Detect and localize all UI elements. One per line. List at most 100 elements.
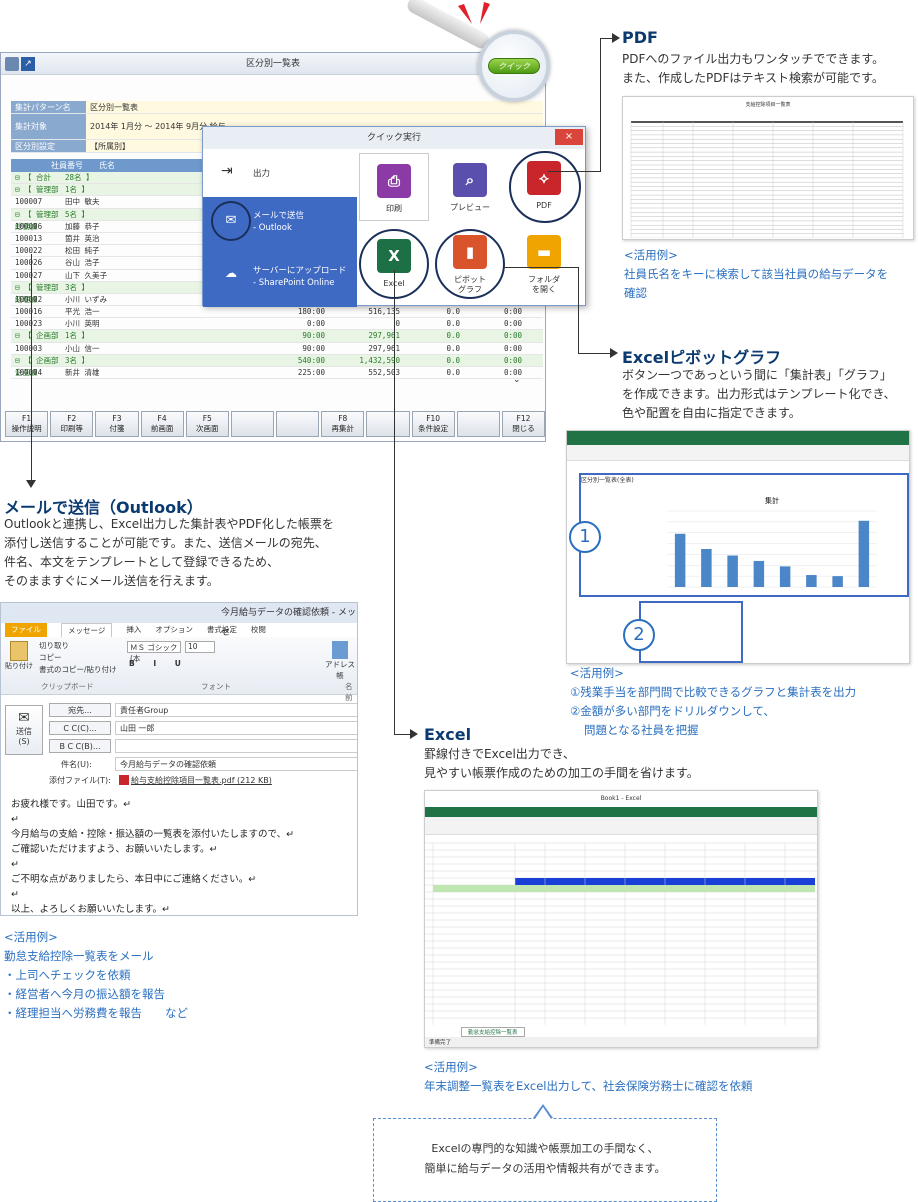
body-line: ご確認いただけますよう、お願いいたします。↵: [11, 844, 218, 855]
send-button[interactable]: ✉ 送信 (S): [5, 705, 43, 755]
function-key-number: F4: [157, 414, 167, 423]
preview-button[interactable]: ⌕ プレビュー: [435, 153, 505, 221]
bold-italic-underline-buttons[interactable]: B I U: [129, 659, 189, 668]
tab-review[interactable]: 校閲: [251, 623, 266, 637]
function-key-button[interactable]: F5 次画面: [185, 411, 229, 437]
table-cell: 0:00: [503, 355, 522, 365]
table-cell: 小山 信一: [65, 343, 100, 353]
tab-file[interactable]: ファイル: [5, 623, 47, 637]
open-folder-button[interactable]: ▬ フォルダ を開く: [509, 229, 579, 297]
table-cell: 0:00: [503, 307, 522, 317]
print-button[interactable]: ⎙ 印刷: [359, 153, 429, 221]
table-cell: 100002: [15, 294, 43, 304]
example-line: ・上司へチェックを依頼: [4, 968, 131, 982]
table-cell: 0.0: [446, 355, 460, 365]
body-line: ↵: [11, 889, 19, 900]
close-button[interactable]: ×: [555, 129, 583, 145]
mail-sub-label: - Outlook: [253, 223, 292, 233]
table-row[interactable]: ⊟ 【 企画部 1名 】 90:00 297,961 0.0 0:00: [11, 330, 543, 343]
table-row[interactable]: 100003 小山 信一 90:00 297,961 0.0 0:00: [11, 343, 543, 355]
function-key-button[interactable]: F3 付箋: [95, 411, 139, 437]
pivot-highlight-ring: [435, 229, 505, 299]
message-body[interactable]: お疲れ様です。山田です。↵ ↵ 今月給与の支給・控除・振込額の一覧表を添付いたします…: [11, 797, 351, 915]
copy-button[interactable]: コピー: [39, 652, 117, 664]
cc-field[interactable]: 山田 一郎: [115, 721, 357, 735]
pdf-desc-line: PDFへのファイル出力もワンタッチでできます。: [622, 52, 885, 66]
cut-button[interactable]: 切り取り: [39, 640, 117, 652]
subject-field[interactable]: 今月給与データの確認依頼: [115, 757, 357, 771]
sheet-tab[interactable]: 勤怠支給控除一覧表: [461, 1027, 525, 1037]
pdf-desc-line: また、作成したPDFはテキスト検索が可能です。: [622, 71, 884, 85]
table-cell: 552,503: [368, 368, 400, 377]
pdf-button[interactable]: ⟡ PDF: [509, 151, 581, 223]
table-cell: 1,432,590: [359, 355, 400, 365]
chart-bar: [701, 549, 712, 587]
tab-message[interactable]: メッセージ: [61, 623, 113, 637]
output-icon: ⇥: [221, 163, 233, 179]
table-cell: 0.0: [446, 319, 460, 329]
cc-button[interactable]: C C(C)...: [49, 721, 111, 735]
clipboard-group-label: クリップボード: [41, 682, 94, 691]
outlook-window: 今月給与データの確認依頼 - メッセ ファイル メッセージ 挿入 オプション 書…: [0, 602, 358, 916]
to-button[interactable]: 宛先...: [49, 703, 111, 717]
font-group-label: フォント: [201, 682, 231, 691]
paste-button[interactable]: 貼り付け: [5, 641, 33, 681]
function-key-button[interactable]: F8 再集計: [321, 411, 365, 437]
arrow-down-icon: [26, 480, 36, 488]
output-item[interactable]: ⇥ 出力: [203, 151, 357, 197]
scroll-down-icon[interactable]: ⌄: [513, 375, 521, 385]
tab-options[interactable]: オプション: [155, 623, 193, 637]
table-row[interactable]: ⊟ 【 企画部 企画課 3名 】 540:00 1,432,590 0.0 0:00: [11, 354, 543, 377]
outlook-ribbon: 貼り付け 切り取り コピー 書式のコピー/貼り付け クリップボード ＭＳ ゴシッ…: [1, 637, 357, 702]
function-key-button[interactable]: F2 印刷等: [50, 411, 94, 437]
example-line: 年末調整一覧表をExcel出力して、社会保険労務士に確認を依頼: [424, 1079, 753, 1093]
function-key-button[interactable]: F12 閉じる: [501, 411, 546, 437]
pivot-graph-button[interactable]: ▮ ピボット グラフ: [435, 229, 505, 299]
pivot-desc-line: ボタン一つであっという間に「集計表」「グラフ」: [622, 368, 892, 382]
table-cell: 100027: [15, 270, 43, 280]
connector-line: [600, 38, 601, 172]
font-name-select[interactable]: ＭＳ ゴシック(本: [127, 641, 181, 663]
pdf-description: PDFへのファイル出力もワンタッチでできます。 また、作成したPDFはテキスト検…: [622, 50, 884, 88]
expand-icon[interactable]: ↗: [21, 57, 35, 71]
mail-desc-line: そのまますぐにメール送信を行えます。: [4, 574, 219, 588]
attachment-link[interactable]: 給与支給控除項目一覧表.pdf (212 KB): [131, 775, 272, 786]
function-key-button[interactable]: F4 前画面: [140, 411, 184, 437]
excel-heading: Excel: [424, 725, 472, 744]
function-key-button[interactable]: F1 操作説明: [5, 411, 49, 437]
tab-insert[interactable]: 挿入: [126, 623, 141, 637]
function-key-label: 次画面: [196, 424, 219, 433]
function-key-button[interactable]: [230, 411, 275, 437]
format-painter-button[interactable]: 書式のコピー/貼り付け: [39, 664, 117, 676]
address-book-label: アドレス帳: [325, 660, 355, 680]
table-cell: 0: [395, 319, 400, 329]
table-cell: ⊟ 【 管理部 総務課: [15, 209, 59, 231]
table-row[interactable]: 100023 小川 英明 0:00 0 0.0 0:00: [11, 318, 543, 331]
example-line: ・経営者へ今月の振込額を報告: [4, 987, 165, 1001]
example-label: <活用例>: [624, 248, 678, 262]
function-key-number: F3: [112, 414, 122, 423]
folder-label-1: フォルダ: [528, 275, 560, 284]
table-row[interactable]: 100004 新井 清雄 225:00 552,503 0.0 0:00: [11, 367, 543, 380]
paste-label: 貼り付け: [5, 662, 33, 670]
function-key-button[interactable]: [366, 411, 410, 437]
function-key-button[interactable]: [456, 411, 500, 437]
tab-format[interactable]: 書式設定: [207, 623, 237, 637]
address-book-button[interactable]: アドレス帳: [323, 641, 357, 681]
function-key-button[interactable]: [276, 411, 320, 437]
folder-label-2: を開く: [532, 285, 556, 294]
table-cell: 0.0: [446, 343, 460, 353]
bcc-field[interactable]: [115, 739, 357, 753]
table-cell: 516,135: [368, 307, 400, 317]
bcc-button[interactable]: B C C(B)...: [49, 739, 111, 753]
table-row[interactable]: 100016 平光 浩一 180:00 516,135 0.0 0:00: [11, 306, 543, 319]
excel-title: Book1 - Excel: [425, 791, 817, 807]
upload-item[interactable]: ☁ サーバーにアップロード - SharePoint Online: [203, 247, 357, 307]
mail-example: <活用例> 勤怠支給控除一覧表をメール ・上司へチェックを依頼 ・経営者へ今月の…: [4, 928, 188, 1023]
quick-button[interactable]: クイック: [488, 58, 540, 74]
font-size-select[interactable]: 10: [185, 641, 215, 653]
chart-bar: [858, 520, 870, 587]
to-field[interactable]: 責任者Group: [115, 703, 357, 717]
function-key-button[interactable]: F10 条件設定: [411, 411, 455, 437]
mail-send-item[interactable]: ✉ メールで送信 - Outlook: [203, 197, 357, 247]
